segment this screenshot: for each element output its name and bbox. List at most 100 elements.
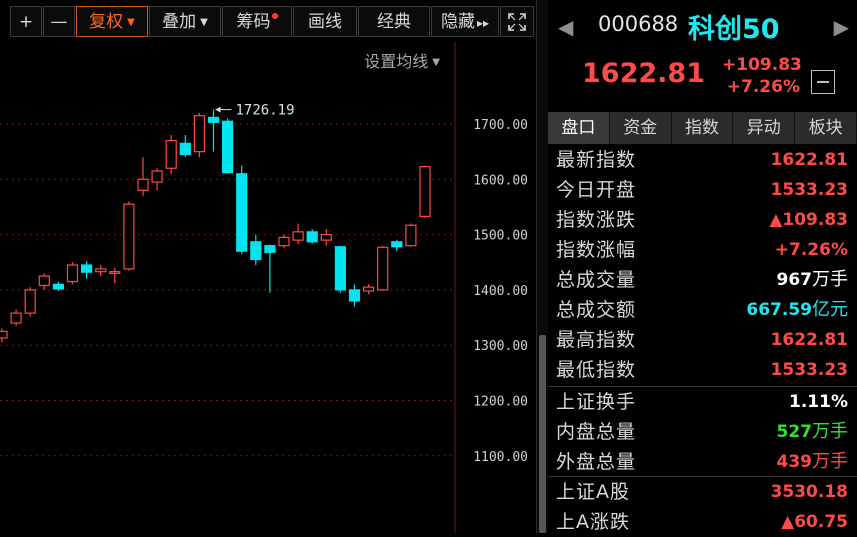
stat-row: 指数涨跌 ▲109.83 <box>548 205 857 235</box>
stat-label: 内盘总量 <box>556 421 637 443</box>
change-value: +109.83 <box>722 55 802 75</box>
candle-body <box>95 268 107 273</box>
y-tick-label: 1100.00 <box>473 450 528 465</box>
hide-label: 隐藏 <box>440 12 475 32</box>
y-tick-label: 1200.00 <box>473 395 528 410</box>
collapse-button[interactable] <box>811 70 835 94</box>
double-arrow-icon: ▸▸ <box>476 16 490 30</box>
candle-body <box>24 289 36 314</box>
candle-body <box>250 241 262 261</box>
candlestick-plot: 1700.00 1600.00 1500.00 1400.00 1300.00 1200.… <box>0 42 528 533</box>
stat-number: 1622.81 <box>770 150 848 170</box>
stat-row: 外盘总量 439万手 <box>548 447 857 477</box>
chips-button[interactable]: 筹码 <box>222 6 292 37</box>
adjust-label: 复权 <box>89 12 124 32</box>
stat-row: 上证A股 3530.18 <box>548 477 857 507</box>
change-percent: +7.26% <box>726 77 800 97</box>
stat-row: 总成交额 667.59亿元 <box>548 295 857 325</box>
stat-label: 指数涨幅 <box>556 239 637 261</box>
candle-body <box>137 178 149 191</box>
tab-funds[interactable]: 资金 <box>609 112 672 144</box>
scrollbar-thumb[interactable] <box>539 335 546 533</box>
stat-value: ▲109.83 <box>769 205 848 235</box>
stat-row: 上证换手 1.11% <box>548 387 857 417</box>
candle-body <box>10 312 22 324</box>
candle-body <box>278 236 290 247</box>
candle-body <box>80 264 93 273</box>
security-name: 科创50 <box>688 14 780 45</box>
stat-number: ▲109.83 <box>769 210 848 230</box>
fullscreen-button[interactable] <box>500 6 534 37</box>
annotation-arrow-icon <box>215 106 221 113</box>
tab-index[interactable]: 指数 <box>671 112 734 144</box>
price-change: +109.83 +7.26% <box>722 54 802 98</box>
candle-body <box>377 246 389 291</box>
zoom-out-button[interactable]: — <box>43 6 75 37</box>
tab-orderbook[interactable]: 盘口 <box>548 112 610 144</box>
ma-setting-label: 设置均线 <box>364 52 429 71</box>
candle-body <box>38 275 50 287</box>
stat-label: 总成交量 <box>556 269 637 291</box>
tab-movers[interactable]: 异动 <box>733 112 796 144</box>
stats-group-market: 上证A股 3530.18 上A涨跌 ▲60.75 <box>548 477 857 537</box>
stat-row: 内盘总量 527万手 <box>548 417 857 447</box>
adjust-dropdown[interactable]: 复权 ▼ <box>76 6 148 37</box>
tab-sectors[interactable]: 板块 <box>795 112 857 144</box>
y-tick-label: 1300.00 <box>473 339 528 354</box>
draw-line-button[interactable]: 画线 <box>293 6 357 37</box>
candle-body <box>264 245 276 253</box>
stat-label: 指数涨跌 <box>556 209 637 231</box>
candle-body <box>405 224 417 247</box>
candle-body <box>66 264 79 283</box>
stat-number: 1533.23 <box>770 180 848 200</box>
y-tick-label: 1500.00 <box>473 229 528 244</box>
candle-body <box>123 203 135 270</box>
stat-label: 上证换手 <box>556 391 637 413</box>
overlay-dropdown[interactable]: 叠加 ▼ <box>149 6 221 37</box>
expand-icon <box>508 13 526 31</box>
candle-body <box>419 165 431 217</box>
candle-body <box>207 116 220 123</box>
candle-body <box>348 289 361 302</box>
stat-row: 今日开盘 1533.23 <box>548 175 857 205</box>
ma-setting-dropdown[interactable]: 设置均线 ▼ <box>364 48 440 72</box>
overlay-label: 叠加 <box>162 12 197 32</box>
candle-body <box>292 231 304 241</box>
last-price: 1622.81 <box>582 58 705 89</box>
stat-row: 指数涨幅 +7.26% <box>548 235 857 265</box>
stat-value: 967万手 <box>777 265 849 295</box>
stat-row: 总成交量 967万手 <box>548 265 857 295</box>
stat-number: ▲60.75 <box>781 512 848 532</box>
stat-number: 527 <box>776 422 813 442</box>
candle-body <box>222 120 234 174</box>
classic-button[interactable]: 经典 <box>358 6 430 37</box>
y-tick-label: 1600.00 <box>473 173 528 188</box>
stat-number: 1.11% <box>789 392 848 412</box>
stat-unit: 万手 <box>812 421 848 442</box>
stat-row: 最低指数 1533.23 <box>548 355 857 385</box>
security-code: 000688 <box>598 12 679 36</box>
zoom-in-button[interactable]: + <box>10 6 42 37</box>
stat-number: 967 <box>776 270 813 290</box>
y-tick-label: 1700.00 <box>473 118 528 133</box>
hide-button[interactable]: 隐藏 ▸▸ <box>431 6 499 37</box>
stat-value: 527万手 <box>777 417 849 447</box>
stat-value: 1622.81 <box>771 145 848 175</box>
chart-toolbar: + — 复权 ▼ 叠加 ▼ 筹码 画线 经典 隐藏 ▸▸ <box>0 0 536 42</box>
next-security-icon[interactable]: ▶ <box>834 15 849 39</box>
stat-label: 最新指数 <box>556 149 637 171</box>
chevron-down-icon: ▼ <box>432 57 440 68</box>
stats-group-volume: 上证换手 1.11% 内盘总量 527万手 外盘总量 439万手 <box>548 387 857 477</box>
prev-security-icon[interactable]: ◀ <box>558 15 573 39</box>
stat-number: +7.26% <box>774 240 848 260</box>
stat-value: 1533.23 <box>771 355 848 385</box>
stat-number: 3530.18 <box>770 482 848 502</box>
stat-number: 1533.23 <box>770 360 848 380</box>
kline-chart[interactable]: 设置均线 ▼ 1700.00 1600.00 1500.00 1400.00 1300.0… <box>0 42 536 533</box>
high-price-label: 1726.19 <box>236 103 295 119</box>
candle-body <box>320 234 332 241</box>
stat-number: 667.59 <box>746 300 812 320</box>
candle-body <box>0 330 8 339</box>
candle-body <box>165 139 177 169</box>
candle-body <box>306 231 318 243</box>
